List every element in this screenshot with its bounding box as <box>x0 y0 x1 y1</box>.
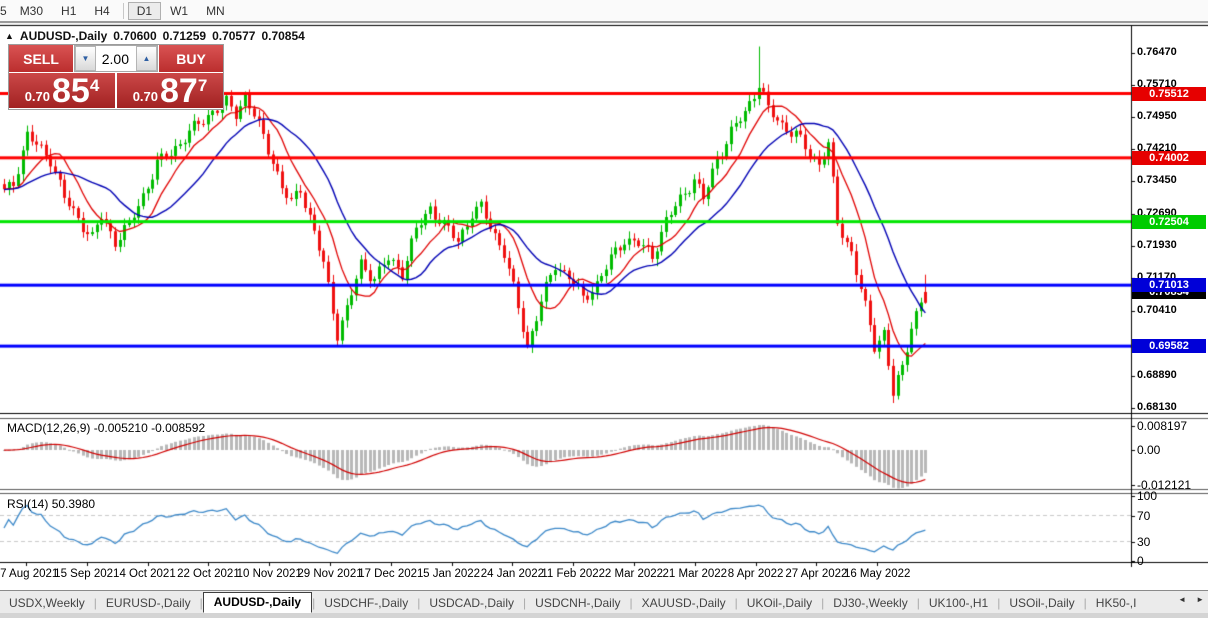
macd-tick-label: 0.008197 <box>1137 419 1187 433</box>
price-tick-label: 0.76470 <box>1137 46 1177 58</box>
sell-price-prefix: 0.70 <box>25 89 50 104</box>
symbol-tab-ukoil[interactable]: UKOil-,Daily <box>738 593 821 613</box>
trade-panel: SELL ▼ 2.00 ▲ BUY 0.70 85 4 0.70 87 7 <box>8 44 224 110</box>
chart-title: ▲ AUDUSD-,Daily 0.70600 0.71259 0.70577 … <box>5 29 305 43</box>
price-level-badge: 0.74002 <box>1132 151 1206 165</box>
buy-price-big: 87 <box>160 76 198 106</box>
symbol-tab-xauusd[interactable]: XAUUSD-,Daily <box>633 593 735 613</box>
rsi-tick-label: 30 <box>1137 535 1150 549</box>
symbol-tab-eurusd[interactable]: EURUSD-,Daily <box>97 593 200 613</box>
rsi-tick-label: 0 <box>1137 554 1144 568</box>
symbol-tab-bar: USDX,Weekly|EURUSD-,Daily|AUDUSD-,Daily|… <box>0 590 1208 614</box>
buy-price-sup: 7 <box>198 76 207 96</box>
price-tick-label: 0.71930 <box>1137 239 1177 251</box>
date-label: 21 Mar 2022 <box>663 568 728 580</box>
timeframe-button-d1[interactable]: D1 <box>128 2 161 20</box>
volume-increase-button[interactable]: ▲ <box>136 46 157 71</box>
price-level-badge: 0.69582 <box>1132 339 1206 353</box>
ohlc-low: 0.70577 <box>212 29 255 43</box>
tab-scroll-buttons: ◄ ► <box>1176 593 1206 606</box>
buy-price-prefix: 0.70 <box>133 89 158 104</box>
symbol-tab-dj30[interactable]: DJ30-,Weekly <box>824 593 916 613</box>
sell-price-sup: 4 <box>90 76 99 96</box>
macd-tick-label: 0.00 <box>1137 443 1160 457</box>
date-label: 2 Mar 2022 <box>605 568 663 580</box>
trading-platform-window: 5M30H1H4 D1W1MN ▲ AUDUSD-,Daily 0.70600 0… <box>0 0 1208 618</box>
tab-scroll-left-button[interactable]: ◄ <box>1176 593 1188 606</box>
trade-panel-top-row: SELL ▼ 2.00 ▲ BUY <box>9 45 223 72</box>
date-label: 5 Jan 2022 <box>423 568 480 580</box>
timeframe-button-w1[interactable]: W1 <box>161 2 197 20</box>
rsi-pane-label: RSI(14) 50.3980 <box>7 497 95 511</box>
date-label: 15 Sep 2021 <box>54 568 119 580</box>
tab-scroll-right-button[interactable]: ► <box>1194 593 1206 606</box>
buy-price[interactable]: 0.70 87 7 <box>117 73 223 108</box>
price-tick-label: 0.73450 <box>1137 174 1177 186</box>
ohlc-open: 0.70600 <box>113 29 156 43</box>
price-level-badge: 0.75512 <box>1132 87 1206 101</box>
buy-button[interactable]: BUY <box>159 45 223 72</box>
date-label: 11 Feb 2022 <box>541 568 605 580</box>
date-label: 8 Apr 2022 <box>728 568 784 580</box>
symbol-tab-usdcad[interactable]: USDCAD-,Daily <box>420 593 523 613</box>
timeframe-button-m30[interactable]: M30 <box>11 2 52 20</box>
date-label: 22 Oct 2021 <box>177 568 240 580</box>
price-tick-label: 0.68890 <box>1137 369 1177 381</box>
chart-marker-icon: ▲ <box>5 31 14 41</box>
price-level-badge: 0.72504 <box>1132 215 1206 229</box>
rsi-value: 50.3980 <box>52 497 95 511</box>
ohlc-high: 0.71259 <box>163 29 206 43</box>
price-tick-label: 0.68130 <box>1137 401 1177 413</box>
trade-panel-price-row: 0.70 85 4 0.70 87 7 <box>9 73 223 108</box>
price-tick-label: 0.74950 <box>1137 110 1177 122</box>
date-label: 27 Aug 2021 <box>0 568 58 580</box>
price-level-badge: 0.71013 <box>1132 278 1206 292</box>
date-label: 4 Oct 2021 <box>119 568 175 580</box>
date-label: 24 Jan 2022 <box>481 568 544 580</box>
volume-decrease-button[interactable]: ▼ <box>75 46 96 71</box>
rsi-tick-label: 70 <box>1137 509 1150 523</box>
symbol-tab-hk50[interactable]: HK50-,I <box>1087 593 1146 613</box>
sell-price[interactable]: 0.70 85 4 <box>9 73 115 108</box>
timeframe-button-5[interactable]: 5 <box>0 2 11 20</box>
symbol-tab-uk100[interactable]: UK100-,H1 <box>920 593 997 613</box>
date-label: 17 Dec 2021 <box>358 568 423 580</box>
date-label: 29 Nov 2021 <box>297 568 362 580</box>
macd-label: MACD(12,26,9) <box>7 421 90 435</box>
window-bottom-strip <box>0 613 1208 618</box>
timeframe-button-h1[interactable]: H1 <box>52 2 85 20</box>
symbol-tab-audusd[interactable]: AUDUSD-,Daily <box>203 592 312 613</box>
volume-value[interactable]: 2.00 <box>96 46 136 71</box>
symbol-tab-usdcnh[interactable]: USDCNH-,Daily <box>526 593 629 613</box>
date-label: 16 May 2022 <box>844 568 911 580</box>
date-label: 27 Apr 2022 <box>785 568 847 580</box>
macd-pane-label: MACD(12,26,9) -0.005210 -0.008592 <box>7 421 205 435</box>
sell-button[interactable]: SELL <box>9 45 73 72</box>
timeframe-button-h4[interactable]: H4 <box>85 2 118 20</box>
sell-price-big: 85 <box>52 76 90 106</box>
rsi-tick-label: 100 <box>1137 489 1157 503</box>
symbol-name: AUDUSD-,Daily <box>20 29 107 43</box>
rsi-label: RSI(14) <box>7 497 48 511</box>
symbol-tab-usdchf[interactable]: USDCHF-,Daily <box>315 593 417 613</box>
price-tick-label: 0.70410 <box>1137 304 1177 316</box>
symbol-tab-usdx[interactable]: USDX,Weekly <box>0 593 94 613</box>
symbol-tab-usoil[interactable]: USOil-,Daily <box>1000 593 1083 613</box>
macd-values: -0.005210 -0.008592 <box>94 421 205 435</box>
timeframe-button-mn[interactable]: MN <box>197 2 234 20</box>
ohlc-close: 0.70854 <box>261 29 304 43</box>
volume-stepper: ▼ 2.00 ▲ <box>74 45 158 72</box>
timeframe-toolbar: 5M30H1H4 D1W1MN <box>0 0 1208 23</box>
toolbar-separator <box>123 3 124 19</box>
date-label: 10 Nov 2021 <box>237 568 302 580</box>
